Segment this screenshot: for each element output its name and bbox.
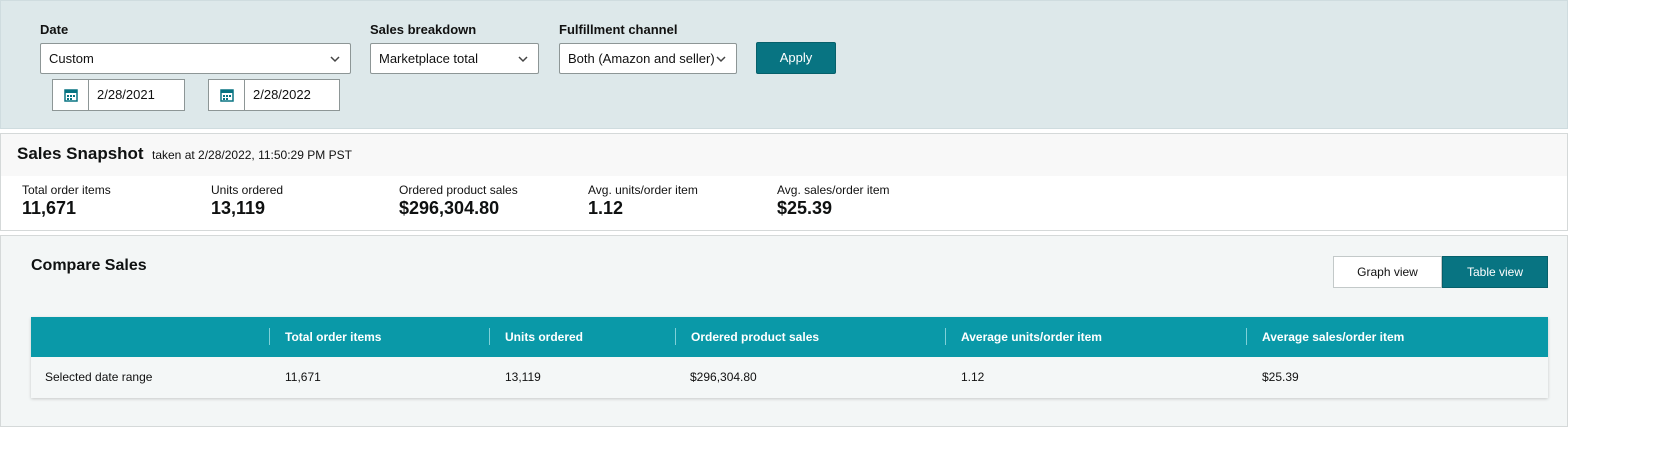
table-row: Selected date range 11,671 13,119 $296,3… xyxy=(31,357,1548,398)
table-cell: Selected date range xyxy=(45,370,153,384)
compare-sales-table: Total order items Units ordered Ordered … xyxy=(31,317,1548,398)
table-cell: 11,671 xyxy=(285,370,321,384)
chevron-down-icon xyxy=(714,52,728,66)
metric-value: 11,671 xyxy=(22,198,77,218)
table-view-button[interactable]: Table view xyxy=(1442,256,1548,288)
snapshot-timestamp: taken at 2/28/2022, 11:50:29 PM PST xyxy=(152,148,352,162)
end-date-input[interactable]: 2/28/2022 xyxy=(244,79,340,111)
sales-snapshot-header: Sales Snapshot taken at 2/28/2022, 11:50… xyxy=(0,133,1568,177)
metric-units-ordered: Units ordered 13,119 xyxy=(211,183,283,219)
date-label: Date xyxy=(40,22,69,37)
table-cell: 1.12 xyxy=(961,370,985,384)
metric-value: 13,119 xyxy=(211,198,266,218)
metric-label: Avg. sales/order item xyxy=(777,183,890,197)
metric-label: Ordered product sales xyxy=(399,183,518,197)
compare-sales-title: Compare Sales xyxy=(31,257,147,274)
sales-breakdown-select[interactable]: Marketplace total xyxy=(370,43,539,74)
column-header: Units ordered xyxy=(489,317,583,357)
start-date-input[interactable]: 2/28/2021 xyxy=(88,79,185,111)
column-header: Ordered product sales xyxy=(675,317,819,357)
metric-value: $296,304.80 xyxy=(399,198,500,218)
compare-sales-panel: Compare Sales Graph view Table view Tota… xyxy=(0,235,1568,427)
fulfillment-channel-label: Fulfillment channel xyxy=(559,22,678,37)
table-cell: $25.39 xyxy=(1262,370,1299,384)
column-header: Total order items xyxy=(269,317,381,357)
sales-snapshot-title: Sales Snapshot xyxy=(17,144,144,163)
metric-avg-sales-per-order-item: Avg. sales/order item $25.39 xyxy=(777,183,890,219)
table-cell: $296,304.80 xyxy=(690,370,757,384)
end-date-picker[interactable]: 2/28/2022 xyxy=(208,79,340,111)
metric-value: $25.39 xyxy=(777,198,833,218)
column-header: Average units/order item xyxy=(945,317,1102,357)
fulfillment-channel-select[interactable]: Both (Amazon and seller) xyxy=(559,43,737,74)
chevron-down-icon xyxy=(328,52,342,66)
metric-value: 1.12 xyxy=(588,198,624,218)
calendar-icon[interactable] xyxy=(208,79,244,111)
filter-bar: Date Custom Sales breakdown Marketplace … xyxy=(0,0,1568,129)
fulfillment-channel-value: Both (Amazon and seller) xyxy=(568,51,715,66)
column-header: Average sales/order item xyxy=(1246,317,1404,357)
metric-label: Units ordered xyxy=(211,183,284,197)
metric-ordered-product-sales: Ordered product sales $296,304.80 xyxy=(399,183,518,219)
sales-breakdown-label: Sales breakdown xyxy=(370,22,477,37)
metric-label: Total order items xyxy=(22,183,111,197)
metric-total-order-items: Total order items 11,671 xyxy=(22,183,111,219)
metric-label: Avg. units/order item xyxy=(588,183,698,197)
graph-view-button[interactable]: Graph view xyxy=(1333,256,1442,288)
view-toggle: Graph view Table view xyxy=(1333,256,1548,288)
sales-snapshot-metrics: Total order items 11,671 Units ordered 1… xyxy=(0,176,1568,231)
metric-avg-units-per-order-item: Avg. units/order item 1.12 xyxy=(588,183,698,219)
date-select-value: Custom xyxy=(49,51,94,66)
chevron-down-icon xyxy=(516,52,530,66)
sales-breakdown-value: Marketplace total xyxy=(379,51,478,66)
apply-button[interactable]: Apply xyxy=(756,42,836,74)
date-select[interactable]: Custom xyxy=(40,43,351,74)
table-header: Total order items Units ordered Ordered … xyxy=(31,317,1548,357)
start-date-picker[interactable]: 2/28/2021 xyxy=(52,79,185,111)
table-cell: 13,119 xyxy=(505,370,541,384)
calendar-icon[interactable] xyxy=(52,79,88,111)
